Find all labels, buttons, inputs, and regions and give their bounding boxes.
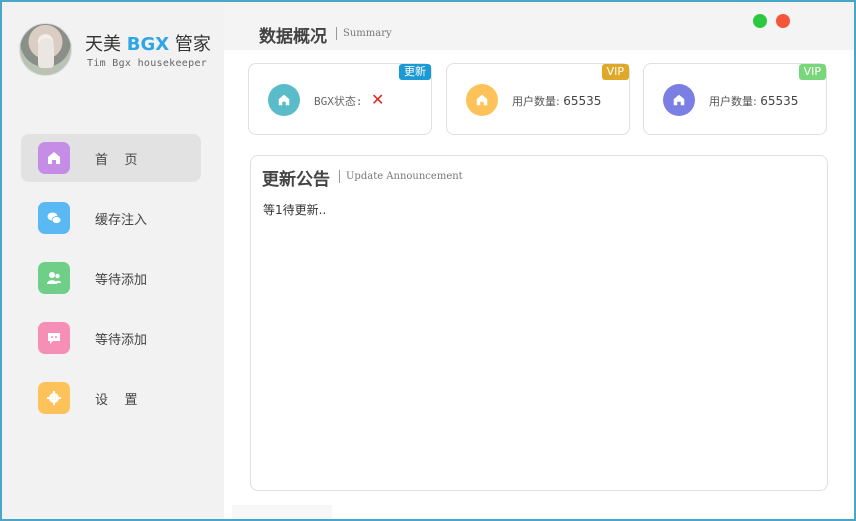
sidebar-item-label: 等待添加 [95,333,148,348]
close-button[interactable] [776,14,790,28]
status-card: BGX状态: ✕ 更新 [248,63,432,135]
users-icon [47,272,61,284]
card-label: BGX状态: [314,93,363,109]
nav-icon-box [38,202,70,234]
brand-title: 天美 BGX 管家 [85,30,211,56]
card-label-text: BGX状态: [314,95,363,108]
announcement-body: 等1待更新.. [263,203,327,217]
avatar[interactable] [19,23,72,76]
vip-badge: VIP [601,64,629,80]
sidebar-item-label: 缓存注入 [95,213,148,228]
card-label-text: 用户数量: [512,95,560,108]
update-badge: 更新 [399,64,431,80]
sidebar-item-settings[interactable]: 设 置 [21,374,201,422]
vip-badge: VIP [798,64,826,80]
nav-icon-box [38,262,70,294]
app-window: 天美 BGX 管家 Tim Bgx housekeeper 首 页 缓存注入 等… [0,0,856,521]
nav-icon-box [38,322,70,354]
sidebar-item-cache-inject[interactable]: 缓存注入 [21,194,201,242]
sidebar-item-label: 首 页 [95,153,138,168]
sidebar-item-home[interactable]: 首 页 [21,134,201,182]
sidebar-item-label: 等待添加 [95,273,148,288]
card-label-text: 用户数量: [709,95,757,108]
sidebar: 天美 BGX 管家 Tim Bgx housekeeper 首 页 缓存注入 等… [2,2,224,519]
wechat-icon [47,212,62,224]
card-value: 65535 [760,94,799,108]
bottom-strip [232,505,332,519]
brand-title-prefix: 天美 [85,34,127,55]
home-icon [278,94,290,106]
nav-icon-box [38,382,70,414]
card-label: 用户数量: 65535 [709,93,798,109]
cross-icon: ✕ [371,90,385,109]
card-icon-box [268,84,300,116]
announcement-subtitle: Update Announcement [339,170,463,183]
brand-title-highlight: BGX [126,34,170,55]
card-icon-box [663,84,695,116]
page-subtitle: Summary [336,27,392,40]
user-count-card: 用户数量: 65535 VIP [446,63,630,135]
brand-subtitle: Tim Bgx housekeeper [87,58,208,69]
message-icon [48,333,60,344]
user-count-card: 用户数量: 65535 VIP [643,63,827,135]
page-title: 数据概况 [259,27,327,47]
minimize-button[interactable] [753,14,767,28]
home-icon [673,94,685,106]
card-value: 65535 [563,94,602,108]
brand-title-suffix: 管家 [169,34,211,55]
announcement-panel: 更新公告 Update Announcement 等1待更新.. [250,155,828,491]
card-label: 用户数量: 65535 [512,93,601,109]
sidebar-item-pending-2[interactable]: 等待添加 [21,314,201,362]
home-icon [476,94,488,106]
sidebar-item-pending-1[interactable]: 等待添加 [21,254,201,302]
sidebar-nav: 首 页 缓存注入 等待添加 等待添加 设 置 [21,134,201,434]
gear-icon [47,391,61,405]
nav-icon-box [38,142,70,174]
sidebar-item-label: 设 置 [95,393,138,408]
card-icon-box [466,84,498,116]
announcement-title: 更新公告 [262,170,330,190]
home-icon [48,152,60,164]
